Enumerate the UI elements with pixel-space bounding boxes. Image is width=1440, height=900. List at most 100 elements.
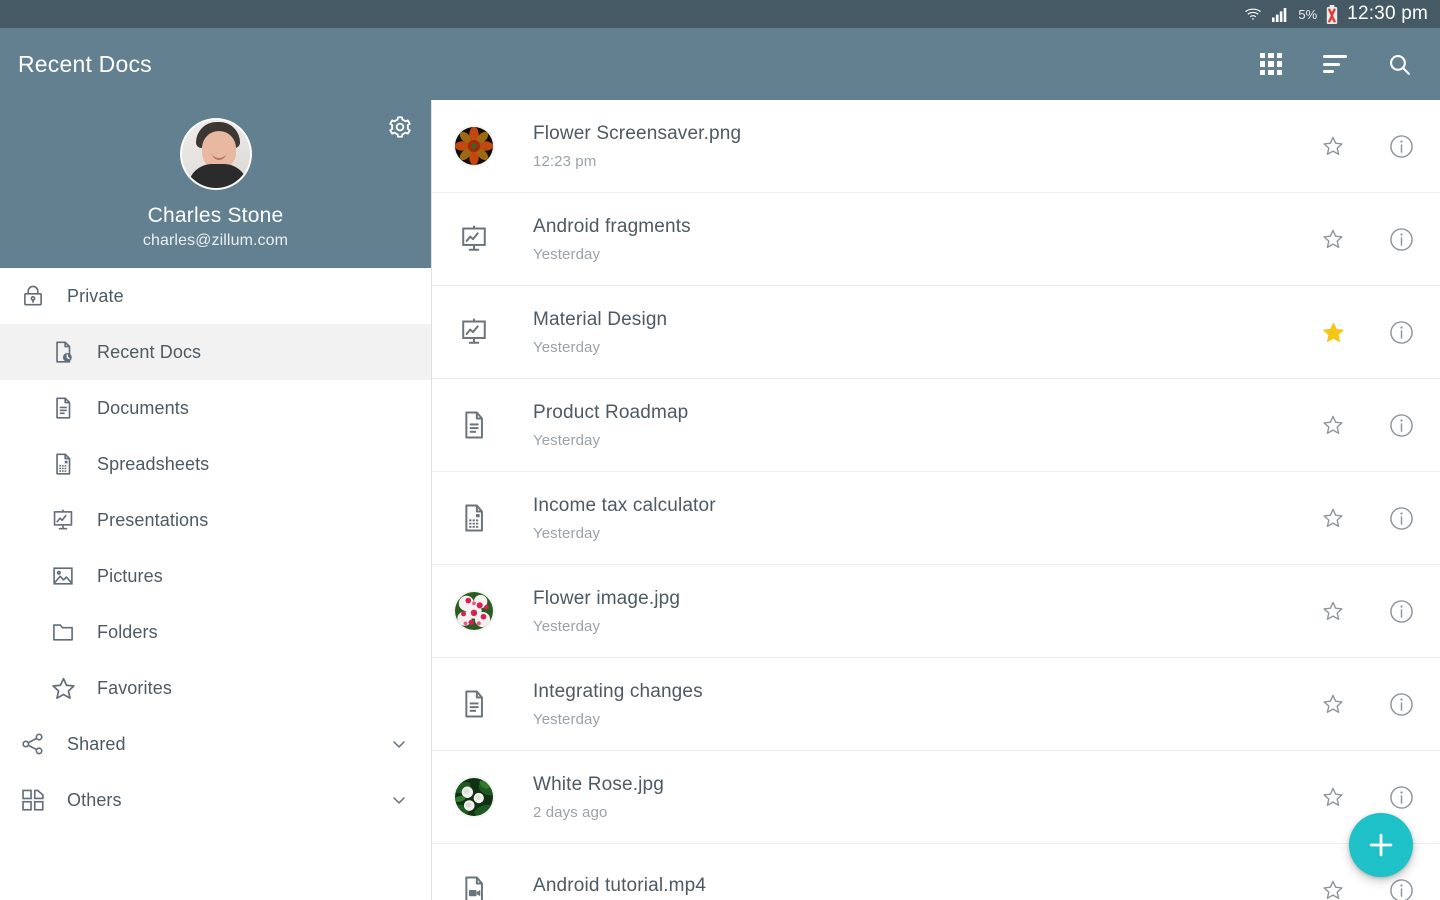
others-grid-icon <box>16 787 50 813</box>
picture-icon <box>46 563 80 589</box>
file-date: Yesterday <box>533 245 601 263</box>
file-name: Android fragments <box>533 215 691 237</box>
grid-view-icon <box>1260 53 1282 75</box>
list-item[interactable]: Android tutorial.mp4 <box>432 844 1440 900</box>
clock-label: 12:30 pm <box>1347 3 1428 24</box>
row-actions <box>1318 875 1416 900</box>
file-info: Integrating changes Yesterday <box>533 681 703 728</box>
sidebar-item-label: Shared <box>67 733 126 754</box>
file-info: Flower Screensaver.png 12:23 pm <box>533 123 741 170</box>
star-outline-icon[interactable] <box>1318 131 1348 161</box>
sidebar-item-label: Favorites <box>97 677 172 698</box>
sidebar-item-label: Documents <box>97 397 189 418</box>
content-area: Charles Stone charles@zillum.com Private <box>0 100 1440 900</box>
sidebar-item-favorites[interactable]: Favorites <box>0 660 431 716</box>
presentation-icon <box>46 507 80 533</box>
photo-white-rose <box>453 776 495 818</box>
settings-button[interactable] <box>385 112 415 142</box>
battery-alert-icon <box>1326 4 1338 24</box>
row-actions <box>1318 782 1416 812</box>
list-item[interactable]: Flower Screensaver.png 12:23 pm <box>432 100 1440 193</box>
grid-view-button[interactable] <box>1254 47 1288 81</box>
star-outline-icon[interactable] <box>1318 596 1348 626</box>
list-item[interactable]: Product Roadmap Yesterday <box>432 379 1440 472</box>
info-icon[interactable] <box>1386 689 1416 719</box>
file-info: Income tax calculator Yesterday <box>533 495 716 542</box>
lock-icon <box>16 283 50 309</box>
profile-email: charles@zillum.com <box>142 232 289 249</box>
info-icon[interactable] <box>1386 410 1416 440</box>
sidebar-item-spreadsheets[interactable]: Spreadsheets <box>0 436 431 492</box>
info-icon[interactable] <box>1386 875 1416 900</box>
list-item[interactable]: Android fragments Yesterday <box>432 193 1440 286</box>
sidebar-item-private[interactable]: Private <box>0 268 431 324</box>
sidebar-item-label: Pictures <box>97 565 163 586</box>
chevron-down-icon[interactable] <box>389 734 409 754</box>
info-icon[interactable] <box>1386 503 1416 533</box>
info-icon[interactable] <box>1386 131 1416 161</box>
sidebar-item-label: Others <box>67 789 122 810</box>
info-icon[interactable] <box>1386 224 1416 254</box>
recent-doc-icon <box>46 339 80 365</box>
spreadsheet-icon <box>46 451 80 477</box>
star-outline-icon[interactable] <box>1318 224 1348 254</box>
cellular-signal-icon <box>1272 7 1289 22</box>
sort-icon <box>1323 55 1347 73</box>
plus-icon <box>1369 833 1393 857</box>
sidebar-item-pictures[interactable]: Pictures <box>0 548 431 604</box>
sidebar-item-presentations[interactable]: Presentations <box>0 492 431 548</box>
sidebar-item-folders[interactable]: Folders <box>0 604 431 660</box>
row-actions <box>1318 596 1416 626</box>
list-item[interactable]: Integrating changes Yesterday <box>432 658 1440 751</box>
document-icon <box>452 682 496 726</box>
profile-name: Charles Stone <box>147 204 284 227</box>
file-name: White Rose.jpg <box>533 773 664 795</box>
sidebar-item-label: Spreadsheets <box>97 453 210 474</box>
star-outline-icon[interactable] <box>1318 782 1348 812</box>
photo-flower-pink <box>453 590 495 632</box>
file-thumbnail <box>452 124 496 168</box>
star-outline-icon <box>46 675 80 702</box>
info-icon[interactable] <box>1386 317 1416 347</box>
star-outline-icon[interactable] <box>1318 503 1348 533</box>
create-new-fab[interactable] <box>1349 813 1413 877</box>
star-outline-icon[interactable] <box>1318 689 1348 719</box>
sort-button[interactable] <box>1318 47 1352 81</box>
row-actions <box>1318 689 1416 719</box>
file-info: Flower image.jpg Yesterday <box>533 588 680 635</box>
share-icon <box>16 731 50 757</box>
file-info: Android fragments Yesterday <box>533 216 691 263</box>
gear-icon <box>389 116 411 138</box>
sidebar-item-documents[interactable]: Documents <box>0 380 431 436</box>
sidebar-item-label: Recent Docs <box>97 341 202 362</box>
file-date: 12:23 pm <box>533 152 597 170</box>
file-info: Product Roadmap Yesterday <box>533 402 688 449</box>
sidebar-item-label: Folders <box>97 621 158 642</box>
presentation-icon <box>452 310 496 354</box>
list-item[interactable]: White Rose.jpg 2 days ago <box>432 751 1440 844</box>
file-list[interactable]: Flower Screensaver.png 12:23 pm Android … <box>432 100 1440 900</box>
file-info: Material Design Yesterday <box>533 309 667 356</box>
list-item[interactable]: Income tax calculator Yesterday <box>432 472 1440 565</box>
file-thumbnail <box>452 775 496 819</box>
presentation-icon <box>452 217 496 261</box>
folder-icon <box>46 619 80 645</box>
info-icon[interactable] <box>1386 596 1416 626</box>
toolbar-actions <box>1254 47 1416 81</box>
sidebar-item-others[interactable]: Others <box>0 772 431 828</box>
file-date: Yesterday <box>533 524 601 542</box>
sidebar-item-label: Private <box>67 285 124 306</box>
star-filled-icon[interactable] <box>1318 317 1348 347</box>
sidebar-item-recent-docs[interactable]: Recent Docs <box>0 324 431 380</box>
info-icon[interactable] <box>1386 782 1416 812</box>
search-button[interactable] <box>1382 47 1416 81</box>
file-name: Product Roadmap <box>533 401 689 423</box>
list-item[interactable]: Material Design Yesterday <box>432 286 1440 379</box>
chevron-down-icon[interactable] <box>389 790 409 810</box>
avatar[interactable] <box>179 118 252 190</box>
file-name: Integrating changes <box>533 680 703 702</box>
sidebar-item-shared[interactable]: Shared <box>0 716 431 772</box>
star-outline-icon[interactable] <box>1318 875 1348 900</box>
list-item[interactable]: Flower image.jpg Yesterday <box>432 565 1440 658</box>
star-outline-icon[interactable] <box>1318 410 1348 440</box>
